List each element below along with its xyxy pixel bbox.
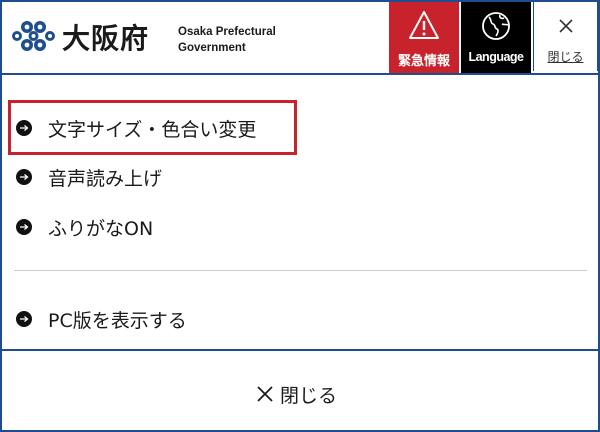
close-icon [257, 386, 273, 402]
close-menu-label: 閉じる [547, 50, 584, 64]
close-menu-bottom-button[interactable]: 閉じる [2, 349, 598, 432]
menu-item-label: 文字サイズ・色合い変更 [48, 119, 257, 141]
close-icon [559, 19, 573, 33]
warning-icon [409, 11, 439, 39]
site-name: 大阪府 [62, 22, 150, 55]
menu-item-label: PC版を表示する [48, 310, 187, 332]
menu-item-label: 音声読み上げ [48, 168, 163, 190]
site-name-en: Osaka Prefectural Government [178, 24, 276, 56]
site-name-en-line1: Osaka Prefectural [178, 26, 276, 38]
arrow-right-icon [16, 311, 32, 327]
close-menu-button[interactable]: 閉じる [533, 2, 598, 71]
emergency-info-button[interactable]: 緊急情報 [389, 2, 459, 73]
language-label: Language [468, 50, 524, 64]
globe-icon [482, 12, 510, 40]
language-button[interactable]: Language [461, 2, 531, 73]
site-name-en-line2: Government [178, 42, 246, 54]
close-menu-bottom-label: 閉じる [280, 385, 338, 407]
osaka-logo-icon [12, 21, 55, 51]
emergency-info-label: 緊急情報 [397, 54, 450, 69]
arrow-right-icon [16, 219, 32, 235]
header: 大阪府 Osaka Prefectural Government 緊急情報 La… [2, 2, 598, 75]
divider [14, 270, 587, 271]
arrow-right-icon [16, 120, 32, 136]
arrow-right-icon [16, 169, 32, 185]
menu-panel: 大阪府 Osaka Prefectural Government 緊急情報 La… [0, 0, 600, 432]
menu-item-label: ふりがなON [48, 218, 154, 240]
